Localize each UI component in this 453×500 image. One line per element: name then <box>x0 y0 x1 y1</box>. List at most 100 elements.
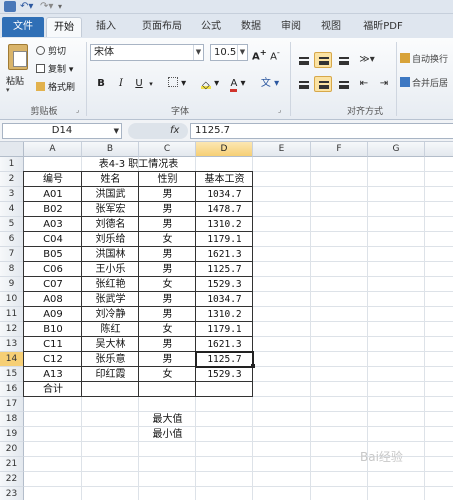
border-button[interactable]: ▾ <box>164 76 190 92</box>
table-cell[interactable]: 张红艳 <box>82 277 139 292</box>
align-middle-icon[interactable] <box>314 52 332 68</box>
redo-icon[interactable]: ↷▾ <box>40 1 54 12</box>
italic-button[interactable]: I <box>114 76 128 92</box>
formula-input[interactable]: 1125.7 <box>190 123 453 139</box>
salary-cell[interactable]: 1034.7 <box>196 187 253 202</box>
increase-indent-icon[interactable]: ⇥ <box>376 76 392 92</box>
row-header-20[interactable]: 20 <box>0 442 24 457</box>
row-header-1[interactable]: 1 <box>0 157 24 172</box>
shrink-font-icon[interactable]: A- <box>268 44 282 62</box>
row-header-7[interactable]: 7 <box>0 247 24 262</box>
table-cell[interactable]: 吴大林 <box>82 337 139 352</box>
table-cell[interactable]: 男 <box>139 247 196 262</box>
salary-cell[interactable]: 1310.2 <box>196 307 253 322</box>
salary-cell[interactable]: 1529.3 <box>196 277 253 292</box>
table-cell[interactable]: C11 <box>24 337 82 352</box>
row-header-2[interactable]: 2 <box>0 172 24 187</box>
tab-formulas[interactable]: 公式 <box>196 17 226 37</box>
table-cell[interactable]: 女 <box>139 277 196 292</box>
row-header-13[interactable]: 13 <box>0 337 24 352</box>
customize-quick-access-icon[interactable]: ▾ <box>58 1 68 12</box>
salary-cell[interactable]: 1179.1 <box>196 322 253 337</box>
table-cell[interactable]: 男 <box>139 262 196 277</box>
tab-data[interactable]: 数据 <box>236 17 266 37</box>
table-cell[interactable]: 王小乐 <box>82 262 139 277</box>
header-cell[interactable]: 编号 <box>24 172 82 187</box>
row-header-22[interactable]: 22 <box>0 472 24 487</box>
total-label-cell[interactable]: 合计 <box>24 382 82 397</box>
active-cell-selection[interactable] <box>195 351 254 368</box>
align-top-icon[interactable] <box>294 52 312 68</box>
table-cell[interactable]: 男 <box>139 352 196 367</box>
table-cell[interactable]: 男 <box>139 217 196 232</box>
table-cell[interactable]: B10 <box>24 322 82 337</box>
grow-font-icon[interactable]: A+ <box>252 44 267 62</box>
salary-cell[interactable]: 1621.3 <box>196 247 253 262</box>
font-launcher-icon[interactable]: ⌟ <box>278 106 281 114</box>
format-painter-button[interactable]: 格式刷 <box>36 80 75 93</box>
table-cell[interactable]: A13 <box>24 367 82 382</box>
row-header-4[interactable]: 4 <box>0 202 24 217</box>
row-header-11[interactable]: 11 <box>0 307 24 322</box>
align-bottom-icon[interactable] <box>334 52 352 68</box>
row-header-9[interactable]: 9 <box>0 277 24 292</box>
table-cell[interactable]: 女 <box>139 367 196 382</box>
bold-button[interactable]: B <box>94 76 108 92</box>
fill-color-button[interactable]: ◇ ▾ <box>198 76 222 92</box>
table-cell[interactable]: 洪国林 <box>82 247 139 262</box>
tab-insert[interactable]: 插入 <box>88 17 124 37</box>
header-cell[interactable]: 姓名 <box>82 172 139 187</box>
decrease-indent-icon[interactable]: ⇤ <box>356 76 372 92</box>
tab-review[interactable]: 审阅 <box>276 17 306 37</box>
phonetic-icon[interactable]: 文 ▾ <box>260 76 280 92</box>
column-header-e[interactable]: E <box>253 142 311 157</box>
row-header-6[interactable]: 6 <box>0 232 24 247</box>
underline-dropdown-icon[interactable]: ▾ <box>146 76 156 92</box>
table-cell[interactable]: B02 <box>24 202 82 217</box>
align-left-icon[interactable] <box>294 76 312 92</box>
table-cell[interactable]: 男 <box>139 337 196 352</box>
worksheet-grid[interactable]: A B C D E F G 1 2 3 4 5 6 7 8 9 10 11 12 13 14 15 16 17 18 19 20 21… <box>0 142 453 500</box>
merge-center-button[interactable]: 合并后居 <box>400 76 453 92</box>
table-cell[interactable]: A03 <box>24 217 82 232</box>
row-header-12[interactable]: 12 <box>0 322 24 337</box>
table-cell[interactable]: 刘乐给 <box>82 232 139 247</box>
wrap-text-button[interactable]: 自动换行 <box>400 52 453 68</box>
table-title[interactable]: 表4-3 职工情况表 <box>24 157 253 172</box>
chevron-down-icon[interactable]: ▼ <box>193 45 203 60</box>
salary-cell[interactable]: 1034.7 <box>196 292 253 307</box>
paste-dropdown-icon[interactable]: ▾ <box>6 86 10 94</box>
align-center-icon[interactable] <box>314 76 332 92</box>
row-header-23[interactable]: 23 <box>0 487 24 500</box>
min-label-cell[interactable]: 最小值 <box>139 427 196 442</box>
copy-button[interactable]: 复制 ▾ <box>36 62 73 75</box>
paste-icon[interactable] <box>8 44 28 70</box>
fill-handle[interactable] <box>251 364 255 368</box>
chevron-down-icon[interactable]: ▼ <box>237 45 247 60</box>
header-cell[interactable]: 性别 <box>139 172 196 187</box>
table-cell[interactable]: 印红霞 <box>82 367 139 382</box>
underline-button[interactable]: U <box>132 76 146 92</box>
column-header-f[interactable]: F <box>311 142 368 157</box>
table-cell[interactable]: 女 <box>139 232 196 247</box>
table-cell[interactable]: 女 <box>139 322 196 337</box>
column-header-b[interactable]: B <box>82 142 139 157</box>
font-name-combo[interactable]: 宋体 ▼ <box>90 44 204 61</box>
row-header-5[interactable]: 5 <box>0 217 24 232</box>
row-header-3[interactable]: 3 <box>0 187 24 202</box>
cut-button[interactable]: 剪切 <box>36 44 66 57</box>
column-header-a[interactable]: A <box>24 142 82 157</box>
table-cell[interactable]: C04 <box>24 232 82 247</box>
table-cell[interactable]: B05 <box>24 247 82 262</box>
table-cell[interactable]: 男 <box>139 292 196 307</box>
row-header-18[interactable]: 18 <box>0 412 24 427</box>
chevron-down-icon[interactable]: ▼ <box>114 124 119 138</box>
header-cell[interactable]: 基本工资 <box>196 172 253 187</box>
select-all-corner[interactable] <box>0 142 24 157</box>
tab-page-layout[interactable]: 页面布局 <box>134 17 190 37</box>
row-header-8[interactable]: 8 <box>0 262 24 277</box>
table-cell[interactable]: 男 <box>139 307 196 322</box>
name-box[interactable]: D14 ▼ <box>2 123 122 139</box>
tab-home[interactable]: 开始 <box>46 17 82 37</box>
salary-cell[interactable]: 1478.7 <box>196 202 253 217</box>
